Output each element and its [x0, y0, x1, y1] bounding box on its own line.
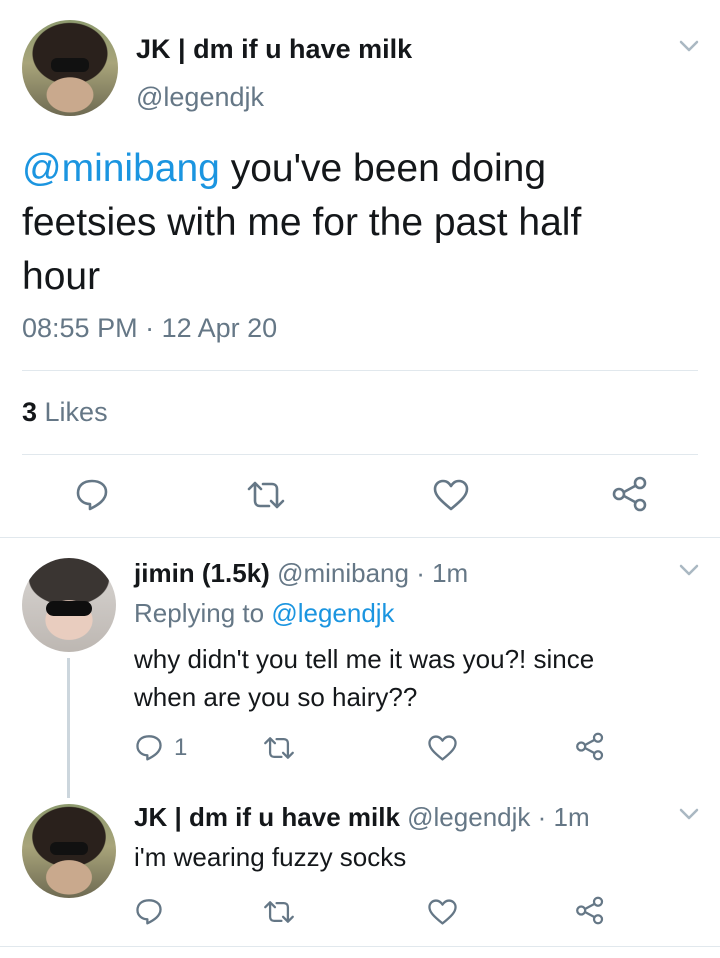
- handle[interactable]: @legendjk: [407, 802, 530, 832]
- chevron-down-icon[interactable]: [678, 806, 700, 827]
- likes-label: Likes: [37, 397, 108, 427]
- divider: [22, 370, 698, 371]
- separator: ·: [530, 802, 554, 832]
- divider: [0, 946, 720, 947]
- thread-line: [67, 658, 70, 798]
- replying-to: Replying to @legendjk: [134, 598, 395, 629]
- tweet-text-line: why didn't you tell me it was you?! sinc…: [134, 644, 595, 674]
- share-icon[interactable]: [610, 476, 650, 512]
- reply-icon[interactable]: [74, 477, 110, 511]
- mention-link[interactable]: @minibang: [22, 147, 220, 190]
- retweet-icon[interactable]: [262, 735, 296, 761]
- chevron-down-icon[interactable]: [678, 38, 700, 59]
- likes-number: 3: [22, 397, 38, 427]
- reply-header: JK | dm if u have milk @legendjk · 1m: [134, 802, 590, 833]
- reply-count: 1: [174, 734, 188, 761]
- tweet-time: 08:55 PM: [22, 313, 138, 343]
- divider: [0, 537, 720, 538]
- separator: ·: [137, 313, 162, 343]
- share-icon[interactable]: [574, 896, 606, 925]
- display-name[interactable]: jimin (1.5k): [134, 558, 270, 588]
- tweet-text: i'm wearing fuzzy socks: [134, 842, 407, 872]
- tweet-text: @minibang you've been doing feetsies wit…: [22, 142, 702, 304]
- replying-handle-link[interactable]: @legendjk: [271, 598, 394, 628]
- likes-count[interactable]: 3 Likes: [22, 397, 108, 428]
- reply-icon[interactable]: [134, 733, 164, 761]
- avatar[interactable]: [22, 558, 116, 652]
- reply-time: 1m: [553, 802, 590, 832]
- tweet-date: 12 Apr 20: [161, 313, 278, 343]
- separator: ·: [408, 558, 433, 588]
- reply-header: jimin (1.5k) @minibang · 1m: [134, 558, 468, 589]
- timestamp[interactable]: 08:55 PM · 12 Apr 20: [22, 313, 277, 344]
- avatar[interactable]: [22, 804, 116, 898]
- tweet-text-line: feetsies with me for the past half: [22, 201, 582, 244]
- tweet-text-line: when are you so hairy??: [134, 682, 418, 712]
- reply-icon[interactable]: [134, 897, 164, 925]
- display-name[interactable]: JK | dm if u have milk: [136, 34, 412, 65]
- chevron-down-icon[interactable]: [678, 562, 700, 583]
- share-icon[interactable]: [574, 732, 606, 761]
- divider: [22, 454, 698, 455]
- reply-time: 1m: [432, 558, 469, 588]
- heart-icon[interactable]: [427, 898, 458, 926]
- replying-label: Replying to: [134, 598, 272, 628]
- tweet-text-line: you've been doing: [219, 147, 547, 190]
- heart-icon[interactable]: [427, 734, 458, 762]
- heart-icon[interactable]: [432, 478, 470, 512]
- handle[interactable]: @legendjk: [136, 82, 264, 113]
- retweet-icon[interactable]: [262, 899, 296, 925]
- avatar[interactable]: [22, 20, 118, 116]
- tweet-text-line: hour: [22, 255, 101, 298]
- handle[interactable]: @minibang: [277, 558, 409, 588]
- tweet-text: why didn't you tell me it was you?! sinc…: [134, 640, 694, 716]
- display-name[interactable]: JK | dm if u have milk: [134, 802, 400, 832]
- retweet-icon[interactable]: [245, 479, 287, 511]
